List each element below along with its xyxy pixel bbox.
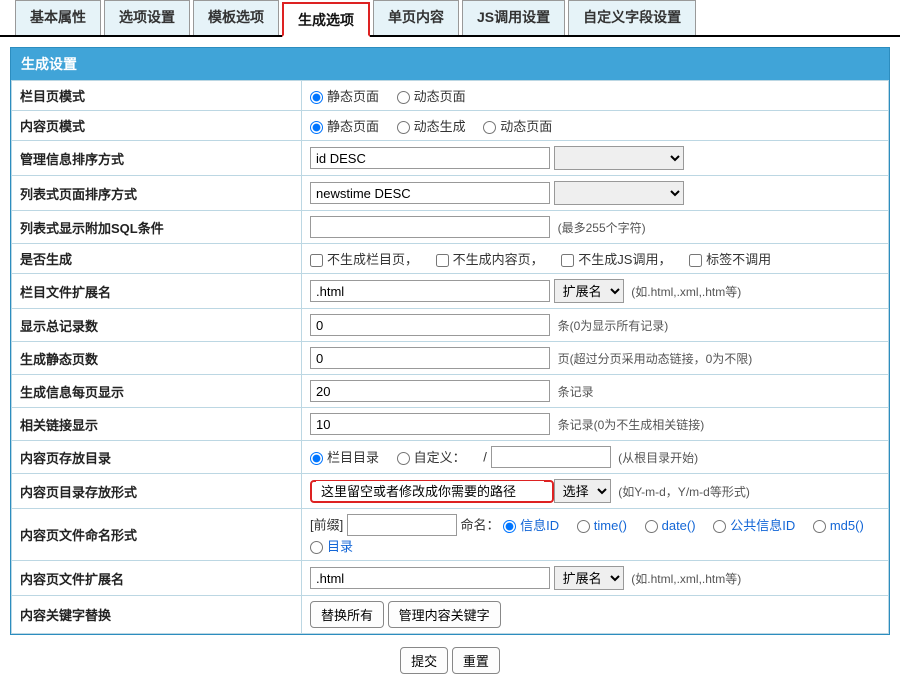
tab-basic[interactable]: 基本属性 <box>15 0 101 35</box>
manage-order-input[interactable] <box>310 147 550 169</box>
panel-title: 生成设置 <box>11 48 889 80</box>
radio-label: 信息ID <box>520 518 559 533</box>
per-page-hint: 条记录 <box>558 385 594 399</box>
label-save-dir: 内容页存放目录 <box>12 441 302 474</box>
reset-button[interactable]: 重置 <box>452 647 500 674</box>
footer-buttons: 提交 重置 <box>0 647 900 674</box>
dir-form-hint: (如Y-m-d，Y/m-d等形式) <box>618 485 750 499</box>
radio-label: 栏目目录 <box>327 450 379 465</box>
related-hint: 条记录(0为不生成相关链接) <box>558 418 705 432</box>
check-label: 不生成JS调用， <box>578 252 671 267</box>
radio-dir-custom[interactable]: 自定义： <box>397 450 466 465</box>
radio-label: 目录 <box>327 539 353 554</box>
radio-name-dir[interactable]: 目录 <box>310 539 353 554</box>
label-col-ext: 栏目文件扩展名 <box>12 274 302 309</box>
label-related: 相关链接显示 <box>12 408 302 441</box>
col-ext-input[interactable] <box>310 280 550 302</box>
check-label: 不生成栏目页， <box>327 252 418 267</box>
label-manage-order: 管理信息排序方式 <box>12 141 302 176</box>
label-static-pages: 生成静态页数 <box>12 342 302 375</box>
save-dir-input[interactable] <box>491 446 611 468</box>
file-prefix-input[interactable] <box>347 514 457 536</box>
check-no-col[interactable]: 不生成栏目页， <box>310 252 418 267</box>
total-input[interactable] <box>310 314 550 336</box>
file-naming-label: 命名： <box>460 518 499 533</box>
radio-label: 静态页面 <box>327 119 379 134</box>
radio-label: time() <box>594 518 627 533</box>
check-label: 标签不调用 <box>706 252 771 267</box>
radio-label: 动态生成 <box>414 119 466 134</box>
check-no-js[interactable]: 不生成JS调用， <box>561 252 671 267</box>
col-ext-hint: (如.html,.xml,.htm等) <box>631 285 741 299</box>
radio-content-static[interactable]: 静态页面 <box>310 119 379 134</box>
list-sql-hint: (最多255个字符) <box>558 221 646 235</box>
label-keyword: 内容关键字替换 <box>12 596 302 634</box>
file-ext-input[interactable] <box>310 567 550 589</box>
manage-keyword-button[interactable]: 管理内容关键字 <box>388 601 501 628</box>
dir-form-highlight <box>310 480 554 503</box>
tab-custom[interactable]: 自定义字段设置 <box>568 0 696 35</box>
label-file-name: 内容页文件命名形式 <box>12 509 302 561</box>
radio-label: 公共信息ID <box>730 518 795 533</box>
check-no-content[interactable]: 不生成内容页， <box>436 252 544 267</box>
list-sql-input[interactable] <box>310 216 550 238</box>
manage-order-select[interactable] <box>554 146 684 170</box>
submit-button[interactable]: 提交 <box>400 647 448 674</box>
label-list-sql: 列表式显示附加SQL条件 <box>12 211 302 244</box>
file-ext-hint: (如.html,.xml,.htm等) <box>631 572 741 586</box>
replace-all-button[interactable]: 替换所有 <box>310 601 384 628</box>
tab-js[interactable]: JS调用设置 <box>462 0 565 35</box>
dir-form-input[interactable] <box>316 481 544 499</box>
check-no-tag[interactable]: 标签不调用 <box>689 252 771 267</box>
radio-label: 自定义： <box>414 450 466 465</box>
radio-name-time[interactable]: time() <box>577 518 627 533</box>
radio-label: 动态页面 <box>414 89 466 104</box>
label-total: 显示总记录数 <box>12 309 302 342</box>
radio-content-dyngen[interactable]: 动态生成 <box>397 119 466 134</box>
radio-col-dynamic[interactable]: 动态页面 <box>397 89 466 104</box>
label-content-mode: 内容页模式 <box>12 111 302 141</box>
dir-form-select[interactable]: 选择 <box>554 479 611 503</box>
label-per-page: 生成信息每页显示 <box>12 375 302 408</box>
col-ext-select[interactable]: 扩展名 <box>554 279 624 303</box>
radio-label: md5() <box>830 518 864 533</box>
label-gen: 是否生成 <box>12 244 302 274</box>
label-col-mode: 栏目页模式 <box>12 81 302 111</box>
file-ext-select[interactable]: 扩展名 <box>554 566 624 590</box>
label-dir-form: 内容页目录存放形式 <box>12 474 302 509</box>
radio-name-md5[interactable]: md5() <box>813 518 864 533</box>
static-pages-hint: 页(超过分页采用动态链接，0为不限) <box>558 352 753 366</box>
radio-label: 静态页面 <box>327 89 379 104</box>
path-slash: / <box>483 450 487 465</box>
radio-label: 动态页面 <box>500 119 552 134</box>
list-order-input[interactable] <box>310 182 550 204</box>
radio-name-date[interactable]: date() <box>645 518 696 533</box>
static-pages-input[interactable] <box>310 347 550 369</box>
tab-template[interactable]: 模板选项 <box>193 0 279 35</box>
total-hint: 条(0为显示所有记录) <box>558 319 669 333</box>
radio-content-dynamic[interactable]: 动态页面 <box>483 119 552 134</box>
per-page-input[interactable] <box>310 380 550 402</box>
panel-generate: 生成设置 栏目页模式 静态页面 动态页面 内容页模式 静态页面 动态生成 动态页… <box>10 47 890 635</box>
label-file-ext: 内容页文件扩展名 <box>12 561 302 596</box>
form-table: 栏目页模式 静态页面 动态页面 内容页模式 静态页面 动态生成 动态页面 管理信… <box>11 80 889 634</box>
radio-dir-col[interactable]: 栏目目录 <box>310 450 379 465</box>
related-input[interactable] <box>310 413 550 435</box>
radio-name-pubid[interactable]: 公共信息ID <box>713 518 795 533</box>
check-label: 不生成内容页， <box>453 252 544 267</box>
radio-col-static[interactable]: 静态页面 <box>310 89 379 104</box>
tab-single[interactable]: 单页内容 <box>373 0 459 35</box>
tab-options[interactable]: 选项设置 <box>104 0 190 35</box>
save-dir-hint: (从根目录开始) <box>618 451 698 465</box>
label-list-order: 列表式页面排序方式 <box>12 176 302 211</box>
list-order-select[interactable] <box>554 181 684 205</box>
file-prefix-label: [前缀] <box>310 518 343 533</box>
radio-name-id[interactable]: 信息ID <box>503 518 559 533</box>
radio-label: date() <box>662 518 696 533</box>
tab-generate[interactable]: 生成选项 <box>282 2 370 37</box>
tab-bar: 基本属性 选项设置 模板选项 生成选项 单页内容 JS调用设置 自定义字段设置 <box>0 0 900 37</box>
